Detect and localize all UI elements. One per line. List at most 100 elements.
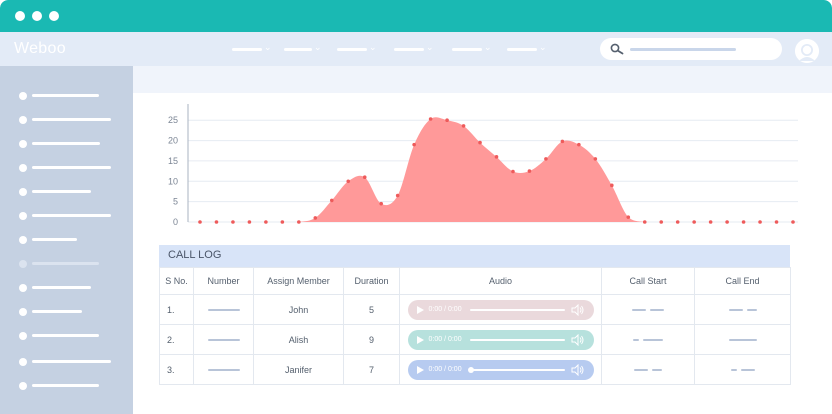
- call-start-placeholder: [634, 369, 648, 372]
- audio-player[interactable]: 0:00 / 0:00: [407, 359, 594, 380]
- sidebar-item-3[interactable]: [32, 142, 100, 145]
- play-icon[interactable]: [416, 305, 424, 314]
- table-row: 1. John 5 0:00 / 0:00: [159, 294, 791, 325]
- chart-data-point: [297, 220, 301, 224]
- sidebar-item-6[interactable]: [32, 214, 111, 217]
- audio-player[interactable]: 0:00 / 0:00: [407, 299, 594, 320]
- cell-sno: 1.: [159, 294, 194, 325]
- chart-data-point: [214, 220, 219, 224]
- sidebar-item-icon: [19, 332, 27, 340]
- user-avatar-icon[interactable]: [795, 39, 819, 63]
- sidebar-item-icon: [19, 212, 27, 220]
- chart-data-point: [610, 183, 614, 188]
- content-header-bar: [133, 66, 832, 93]
- cell-duration: 7: [343, 354, 400, 385]
- cell-member: Janifer: [253, 354, 344, 385]
- cell-duration: 5: [343, 294, 400, 325]
- chart-data-point: [560, 139, 565, 144]
- sidebar-item-12[interactable]: [32, 360, 111, 363]
- chart-y-tick-label: 5: [173, 197, 178, 207]
- sidebar-item-8[interactable]: [32, 262, 99, 265]
- header-number: Number: [193, 267, 254, 295]
- sidebar-item-icon: [19, 164, 27, 172]
- chart-data-point: [758, 220, 762, 224]
- chart-data-point: [395, 193, 400, 198]
- audio-progress-track[interactable]: [467, 366, 565, 373]
- nav-menu-item-1[interactable]: [232, 48, 262, 51]
- sidebar-item-7[interactable]: [32, 238, 77, 241]
- brand-logo[interactable]: Weboo: [14, 40, 66, 58]
- play-icon[interactable]: [416, 335, 424, 344]
- sidebar-item-5[interactable]: [32, 190, 91, 193]
- header-call-end: Call End: [694, 267, 791, 295]
- window-minimize-dot[interactable]: [32, 11, 42, 21]
- volume-icon[interactable]: [571, 303, 585, 316]
- chart-data-point: [412, 142, 416, 147]
- chart-data-point: [725, 220, 729, 224]
- chart-data-point: [511, 169, 515, 174]
- nav-menu-item-5[interactable]: [452, 48, 482, 51]
- sidebar-item-icon: [19, 308, 27, 316]
- cell-call-start: [601, 324, 695, 355]
- chart-data-point: [379, 201, 383, 206]
- sidebar-item-11[interactable]: [32, 334, 99, 337]
- volume-icon[interactable]: [571, 363, 585, 376]
- nav-menu-item-4[interactable]: [394, 48, 424, 51]
- chart-y-ticks: 0 5 10 15 20 25: [168, 115, 178, 227]
- chevron-down-icon: ⌄: [484, 42, 492, 52]
- call-end-placeholder: [730, 369, 737, 372]
- header-call-start: Call Start: [601, 267, 695, 295]
- chart-data-point: [461, 124, 466, 128]
- window-maximize-dot[interactable]: [49, 11, 59, 21]
- audio-progress-track[interactable]: [469, 338, 565, 341]
- sidebar-item-icon: [19, 140, 27, 148]
- sidebar: [0, 66, 133, 414]
- table-row: 2. Alish 9 0:00 / 0:00: [159, 324, 791, 355]
- chart-data-point: [692, 220, 696, 224]
- call-start-placeholder: [643, 339, 663, 342]
- search-input[interactable]: [600, 38, 782, 60]
- sidebar-item-10[interactable]: [32, 310, 82, 313]
- chart-data-point: [675, 220, 680, 224]
- chart-data-point: [247, 220, 252, 224]
- play-icon[interactable]: [416, 365, 424, 374]
- cell-number: [193, 294, 254, 325]
- audio-time: 0:00 / 0:00: [428, 366, 462, 373]
- audio-player[interactable]: 0:00 / 0:00: [407, 329, 594, 350]
- sidebar-item-1[interactable]: [32, 94, 99, 97]
- call-log-table: S No. Number Assign Member Duration Audi…: [159, 267, 791, 385]
- magnifier-icon: [610, 43, 624, 55]
- chart-data-point: [198, 220, 202, 224]
- sidebar-item-icon: [19, 382, 27, 390]
- audio-progress-knob[interactable]: [467, 366, 474, 373]
- nav-menu-item-6[interactable]: [507, 48, 537, 51]
- call-start-placeholder: [652, 369, 662, 372]
- number-placeholder: [207, 309, 240, 312]
- chevron-down-icon: ⌄: [369, 42, 377, 52]
- nav-menu-item-2[interactable]: [284, 48, 312, 51]
- nav-menu-item-3[interactable]: [337, 48, 367, 51]
- chart-y-tick-label: 0: [173, 217, 178, 227]
- sidebar-item-icon: [19, 92, 27, 100]
- audio-time: 0:00 / 0:00: [428, 336, 462, 343]
- chart-data-point: [428, 117, 433, 121]
- sidebar-item-13[interactable]: [32, 384, 99, 387]
- volume-icon[interactable]: [571, 333, 585, 346]
- sidebar-item-4[interactable]: [32, 166, 111, 169]
- sidebar-item-icon: [19, 236, 27, 244]
- chart-data-point: [445, 118, 449, 123]
- call-end-placeholder: [728, 309, 743, 312]
- chart-data-point: [642, 220, 647, 224]
- sidebar-item-9[interactable]: [32, 286, 91, 289]
- sidebar-item-2[interactable]: [32, 118, 111, 121]
- audio-time: 0:00 / 0:00: [428, 306, 462, 313]
- table-row: 3. Janifer 7 0:00 / 0:00: [159, 354, 791, 385]
- chart-data-point: [494, 155, 499, 159]
- cell-sno: 3.: [159, 354, 194, 385]
- search-placeholder-line: [630, 48, 736, 51]
- window-close-dot[interactable]: [15, 11, 25, 21]
- chart-data-point: [791, 220, 795, 224]
- audio-progress-track[interactable]: [469, 308, 565, 311]
- chart-y-tick-label: 20: [168, 136, 178, 146]
- call-start-placeholder: [633, 339, 639, 342]
